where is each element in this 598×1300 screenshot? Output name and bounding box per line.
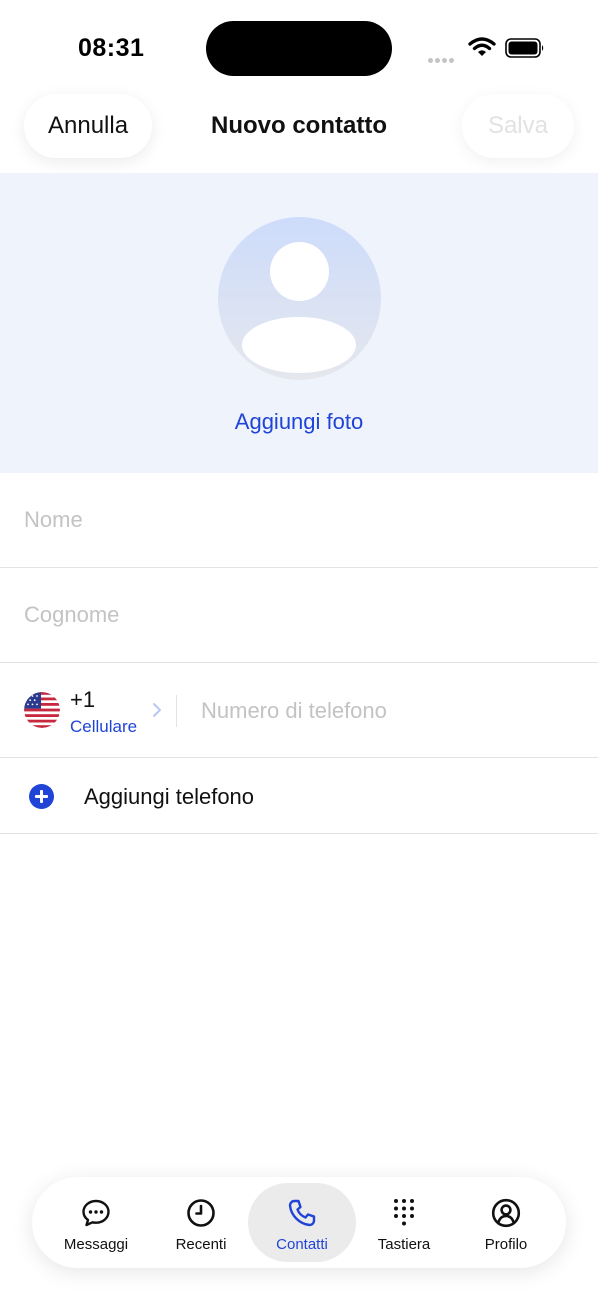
cellular-signal-icon [428, 50, 458, 63]
clock-icon [187, 1199, 215, 1227]
status-bar: 08:31 [0, 0, 598, 90]
wifi-icon [468, 37, 496, 56]
avatar-head [270, 242, 329, 301]
phone-divider [176, 695, 177, 727]
tab-recents[interactable]: Recenti [147, 1183, 255, 1262]
plus-circle-icon [29, 784, 54, 809]
photo-section: Aggiungi foto [0, 173, 598, 473]
phone-type-label[interactable]: Cellulare [70, 717, 137, 737]
last-name-input[interactable] [24, 600, 564, 630]
tab-profile[interactable]: Profilo [452, 1183, 560, 1262]
tab-label: Profilo [484, 1236, 528, 1253]
cancel-button[interactable]: Annulla [24, 94, 153, 158]
tab-label: Tastiera [377, 1236, 431, 1253]
first-name-row [0, 473, 598, 568]
chat-bubble-icon [82, 1199, 110, 1227]
phone-icon [288, 1199, 316, 1227]
tab-messages[interactable]: Messaggi [42, 1183, 150, 1262]
chevron-right-icon[interactable] [150, 701, 164, 719]
battery-icon [505, 38, 544, 58]
tab-label: Recenti [175, 1236, 227, 1253]
tab-label: Contatti [276, 1236, 328, 1253]
keypad-icon [394, 1199, 414, 1226]
profile-icon [491, 1198, 521, 1228]
country-code[interactable]: +1 [70, 687, 95, 713]
phone-row: +1 Cellulare [0, 663, 598, 758]
us-flag-icon[interactable] [24, 692, 60, 728]
tab-keypad[interactable]: Tastiera [350, 1183, 458, 1262]
tab-label: Messaggi [63, 1236, 129, 1253]
add-photo-link[interactable]: Aggiungi foto [0, 409, 598, 435]
avatar-body [242, 317, 356, 373]
avatar-placeholder-icon[interactable] [218, 217, 381, 380]
add-phone-button[interactable]: Aggiungi telefono [0, 758, 598, 834]
dynamic-island [206, 21, 392, 76]
status-time: 08:31 [78, 34, 145, 62]
phone-number-input[interactable] [201, 696, 571, 726]
tab-contacts[interactable]: Contatti [248, 1183, 356, 1262]
last-name-row [0, 568, 598, 663]
add-phone-label: Aggiungi telefono [84, 784, 255, 809]
tab-bar: Messaggi Recenti Contatti Tastiera Profi… [32, 1177, 566, 1268]
first-name-input[interactable] [24, 505, 564, 535]
header: Annulla Nuovo contatto Salva [0, 90, 598, 170]
save-button[interactable]: Salva [461, 94, 574, 158]
